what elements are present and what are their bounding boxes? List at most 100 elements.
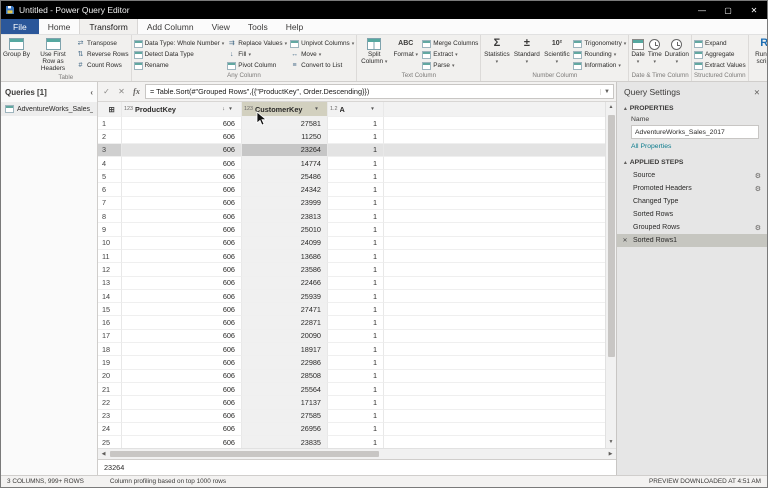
- row-number[interactable]: 6: [98, 183, 122, 197]
- cell[interactable]: 18917: [242, 343, 328, 357]
- vertical-scrollbar[interactable]: ▲ ▼: [605, 102, 616, 448]
- maximize-button[interactable]: ▢: [715, 1, 741, 19]
- format-button[interactable]: ABC Format ▾: [392, 36, 419, 59]
- cell[interactable]: 13686: [242, 249, 328, 264]
- date-button[interactable]: Date ▾: [631, 36, 645, 66]
- cell[interactable]: 27585: [242, 409, 328, 423]
- cell[interactable]: 20090: [242, 329, 328, 344]
- close-button[interactable]: ✕: [741, 1, 767, 19]
- cell[interactable]: 606: [122, 343, 242, 357]
- cell[interactable]: 606: [122, 316, 242, 330]
- cell[interactable]: 23999: [242, 196, 328, 211]
- row-number[interactable]: 24: [98, 422, 122, 437]
- cell[interactable]: 606: [122, 223, 242, 237]
- filter-icon[interactable]: ▾: [368, 106, 377, 112]
- applied-steps-section-header[interactable]: ▴ APPLIED STEPS: [617, 156, 767, 168]
- trigonometry-button[interactable]: Trigonometry ▾: [573, 38, 626, 49]
- tab-help[interactable]: Help: [277, 19, 312, 34]
- cell[interactable]: 606: [122, 210, 242, 224]
- column-type-icon[interactable]: 123: [124, 106, 133, 112]
- group-by-button[interactable]: Group By: [3, 36, 30, 59]
- row-number[interactable]: 21: [98, 382, 122, 397]
- cell[interactable]: 1: [328, 329, 384, 344]
- cell[interactable]: 606: [122, 356, 242, 370]
- query-name-input[interactable]: [631, 125, 759, 139]
- cell[interactable]: 25010: [242, 223, 328, 237]
- use-first-row-as-headers-button[interactable]: Use First Row as Headers: [33, 36, 73, 73]
- pivot-column-button[interactable]: Pivot Column: [227, 60, 287, 71]
- cell[interactable]: 1: [328, 356, 384, 370]
- cell[interactable]: 25564: [242, 382, 328, 397]
- cell[interactable]: 606: [122, 303, 242, 317]
- applied-step[interactable]: Changed Type: [617, 195, 767, 208]
- cell[interactable]: 22871: [242, 316, 328, 330]
- standard-button[interactable]: ± Standard ▾: [513, 36, 540, 66]
- cell[interactable]: 606: [122, 276, 242, 290]
- cell[interactable]: 606: [122, 130, 242, 144]
- tab-tools[interactable]: Tools: [239, 19, 277, 34]
- row-number[interactable]: 16: [98, 316, 122, 330]
- scroll-left-icon[interactable]: ◀: [98, 451, 109, 457]
- filter-icon[interactable]: ▾: [312, 106, 321, 112]
- commit-formula-icon[interactable]: ✓: [100, 87, 113, 96]
- horizontal-scrollbar[interactable]: ◀ ▶: [98, 448, 616, 459]
- gear-icon[interactable]: ⚙: [755, 224, 761, 232]
- cell[interactable]: 606: [122, 117, 242, 131]
- row-number[interactable]: 1: [98, 117, 122, 131]
- cell[interactable]: 17137: [242, 396, 328, 410]
- cell[interactable]: 1: [328, 436, 384, 448]
- applied-step[interactable]: Promoted Headers ⚙: [617, 182, 767, 195]
- row-number[interactable]: 20: [98, 369, 122, 383]
- row-number[interactable]: 18: [98, 343, 122, 357]
- cell[interactable]: 25939: [242, 289, 328, 304]
- row-number[interactable]: 13: [98, 276, 122, 290]
- scientific-button[interactable]: 10² Scientific ▾: [543, 36, 570, 66]
- cell[interactable]: 606: [122, 183, 242, 197]
- row-number[interactable]: 2: [98, 130, 122, 144]
- row-number[interactable]: 23: [98, 409, 122, 423]
- tab-view[interactable]: View: [203, 19, 239, 34]
- tab-file[interactable]: File: [1, 19, 39, 34]
- expand-formula-bar-icon[interactable]: ▼: [600, 88, 613, 95]
- row-number[interactable]: 19: [98, 356, 122, 370]
- duration-button[interactable]: Duration ▾: [665, 36, 689, 66]
- extract-values-button[interactable]: Extract Values: [693, 60, 746, 71]
- cancel-formula-icon[interactable]: ✕: [115, 87, 128, 96]
- row-number[interactable]: 15: [98, 303, 122, 317]
- cell[interactable]: 1: [328, 170, 384, 184]
- cell[interactable]: 14774: [242, 156, 328, 171]
- cell[interactable]: 1: [328, 236, 384, 250]
- count-rows-button[interactable]: # Count Rows: [76, 60, 129, 71]
- cell[interactable]: 606: [122, 436, 242, 448]
- cell[interactable]: 606: [122, 143, 242, 157]
- horizontal-scroll-thumb[interactable]: [110, 451, 380, 457]
- run-r-script-button[interactable]: R Run R script: [751, 36, 767, 66]
- information-button[interactable]: Information ▾: [573, 60, 626, 71]
- column-header-productkey[interactable]: 123 ProductKey ↓ ▾: [122, 102, 242, 117]
- cell[interactable]: 606: [122, 196, 242, 211]
- scroll-right-icon[interactable]: ▶: [605, 451, 616, 457]
- row-number[interactable]: 11: [98, 249, 122, 264]
- tab-add-column[interactable]: Add Column: [138, 19, 203, 34]
- gear-icon[interactable]: ⚙: [755, 172, 761, 180]
- merge-columns-button[interactable]: Merge Columns: [422, 38, 478, 49]
- cell[interactable]: 1: [328, 249, 384, 264]
- cell[interactable]: 25486: [242, 170, 328, 184]
- cell[interactable]: 1: [328, 396, 384, 410]
- properties-section-header[interactable]: ▴ PROPERTIES: [617, 102, 767, 114]
- row-number[interactable]: 4: [98, 156, 122, 171]
- cell[interactable]: 27581: [242, 117, 328, 131]
- cell[interactable]: 1: [328, 343, 384, 357]
- applied-step[interactable]: ✕ Sorted Rows1: [617, 234, 767, 247]
- row-number[interactable]: 3: [98, 143, 122, 157]
- cell[interactable]: 22986: [242, 356, 328, 370]
- cell[interactable]: 1: [328, 409, 384, 423]
- fill-button[interactable]: ↓ Fill ▾: [227, 49, 287, 60]
- scroll-up-icon[interactable]: ▲: [609, 102, 614, 113]
- move-button[interactable]: ↔ Move ▾: [290, 49, 354, 60]
- collapse-panel-icon[interactable]: ‹: [90, 88, 93, 97]
- gear-icon[interactable]: ⚙: [755, 185, 761, 193]
- rounding-button[interactable]: Rounding ▾: [573, 49, 626, 60]
- expand-button[interactable]: Expand: [693, 38, 746, 49]
- split-column-button[interactable]: Split Column ▾: [359, 36, 389, 66]
